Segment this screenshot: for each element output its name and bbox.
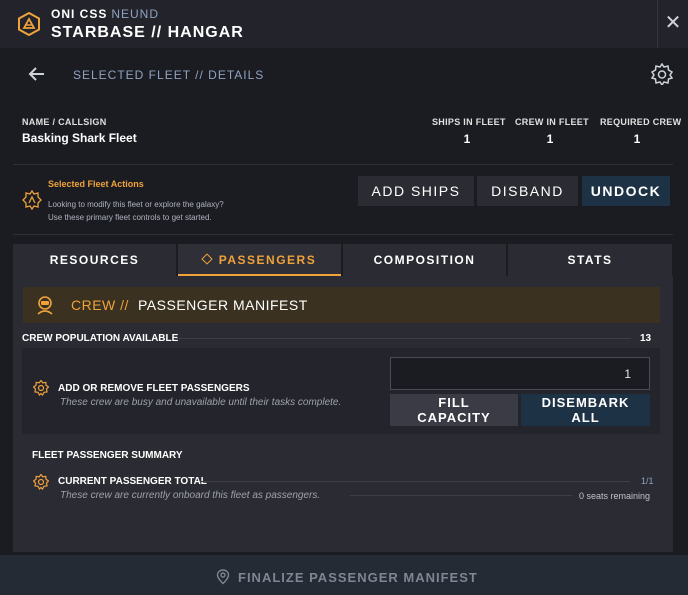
crew-helmet-icon xyxy=(37,296,53,315)
undock-button[interactable]: UNDOCK xyxy=(582,176,670,206)
stat-label: SHIPS IN FLEET xyxy=(432,117,506,127)
stat-label: REQUIRED CREW xyxy=(600,117,682,127)
panel-footer-space xyxy=(13,503,673,552)
passengers-title: ADD OR REMOVE FLEET PASSENGERS xyxy=(58,383,250,394)
passenger-quantity-input[interactable] xyxy=(390,357,650,390)
button-label: DISEMBARK xyxy=(541,395,630,410)
required-crew-stat: REQUIRED CREW 1 xyxy=(600,117,682,146)
fleet-actions-description: Use these primary fleet controls to get … xyxy=(48,213,212,222)
tab-stats[interactable]: STATS xyxy=(508,244,672,276)
tab-composition[interactable]: COMPOSITION xyxy=(343,244,506,276)
back-arrow-icon[interactable] xyxy=(27,64,47,84)
passenger-gear-icon xyxy=(33,380,49,396)
tab-label: RESOURCES xyxy=(49,253,140,267)
callsign-label: NAME / CALLSIGN xyxy=(22,117,107,127)
fill-capacity-button[interactable]: FILL CAPACITY xyxy=(390,394,518,426)
tab-label: PASSENGERS xyxy=(218,253,317,267)
current-passenger-total-value: 1/1 xyxy=(641,476,654,486)
passenger-summary-label: FLEET PASSENGER SUMMARY xyxy=(32,450,183,461)
seats-remaining: 0 seats remaining xyxy=(579,491,651,501)
summary-gear-icon xyxy=(33,474,49,490)
header-divider xyxy=(657,0,658,48)
button-label: ALL xyxy=(571,410,600,425)
page-title: STARBASE // HANGAR xyxy=(51,24,244,41)
ship-name-text: ONI CSS xyxy=(51,7,108,21)
finalize-manifest-label: FINALIZE PASSENGER MANIFEST xyxy=(238,570,478,585)
divider-line xyxy=(200,481,630,482)
manifest-crew-prefix: CREW // xyxy=(71,297,129,313)
fleet-actions-icon xyxy=(22,190,42,210)
tab-label: COMPOSITION xyxy=(373,253,476,267)
starbase-logo-icon xyxy=(18,12,40,36)
stat-value: 1 xyxy=(463,132,471,146)
tab-passengers[interactable]: PASSENGERS xyxy=(178,244,341,276)
tab-label: STATS xyxy=(567,253,613,267)
location-pin-icon xyxy=(216,569,230,585)
diamond-icon xyxy=(201,253,213,265)
manifest-title: PASSENGER MANIFEST xyxy=(138,297,308,313)
crew-population-label: CREW POPULATION AVAILABLE xyxy=(22,333,179,344)
current-passenger-total-label: CURRENT PASSENGER TOTAL xyxy=(58,476,207,487)
section-divider xyxy=(13,234,673,235)
button-label: FILL xyxy=(438,395,470,410)
close-button[interactable]: ✕ xyxy=(664,12,682,34)
add-ships-button[interactable]: ADD SHIPS xyxy=(358,176,474,206)
disband-button[interactable]: DISBAND xyxy=(477,176,578,206)
ship-subtitle: NEUND xyxy=(111,7,160,21)
gear-icon[interactable] xyxy=(651,63,673,85)
fleet-actions-title: Selected Fleet Actions xyxy=(48,179,144,189)
ship-name: ONI CSS NEUND xyxy=(51,7,159,21)
divider-line xyxy=(350,495,572,496)
tab-resources[interactable]: RESOURCES xyxy=(13,244,176,276)
breadcrumb: SELECTED FLEET // DETAILS xyxy=(73,68,265,82)
ships-in-fleet-stat: SHIPS IN FLEET 1 xyxy=(432,117,506,146)
stat-value: 1 xyxy=(633,132,641,146)
divider-line xyxy=(176,338,631,339)
crew-population-value: 13 xyxy=(640,333,652,344)
crew-in-fleet-stat: CREW IN FLEET 1 xyxy=(515,117,589,146)
stat-label: CREW IN FLEET xyxy=(515,117,589,127)
disembark-all-button[interactable]: DISEMBARK ALL xyxy=(521,394,650,426)
section-divider xyxy=(13,164,673,165)
button-label: CAPACITY xyxy=(417,410,491,425)
stat-value: 1 xyxy=(546,132,554,146)
fleet-name: Basking Shark Fleet xyxy=(22,131,137,145)
current-passenger-description: These crew are currently onboard this fl… xyxy=(60,490,321,501)
fleet-actions-description: Looking to modify this fleet or explore … xyxy=(48,200,224,209)
passengers-description: These crew are busy and unavailable unti… xyxy=(60,397,342,408)
